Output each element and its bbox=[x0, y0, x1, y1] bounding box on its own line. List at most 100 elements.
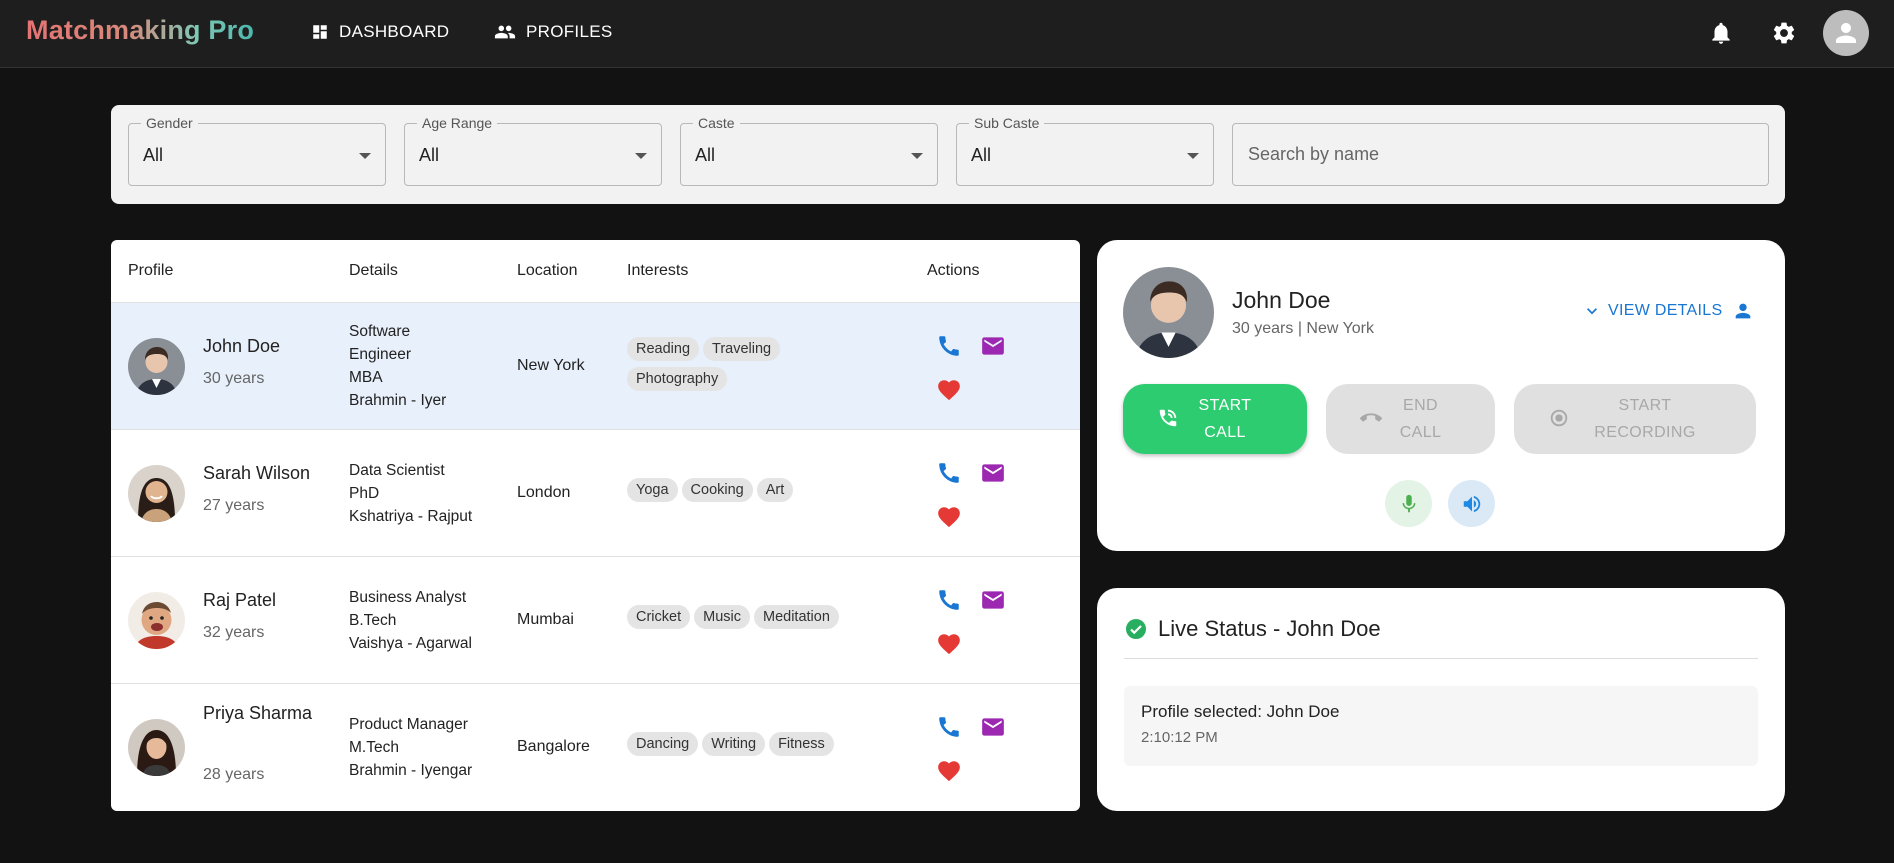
phone-icon[interactable] bbox=[936, 333, 962, 359]
interest-chip[interactable]: Writing bbox=[702, 732, 766, 756]
heart-icon[interactable] bbox=[936, 377, 962, 403]
interest-chip[interactable]: Cricket bbox=[627, 605, 691, 629]
account-avatar-button[interactable] bbox=[1823, 10, 1869, 56]
age-range-select-value: All bbox=[419, 145, 440, 165]
interest-chip[interactable]: Reading bbox=[627, 337, 700, 361]
live-status-title: Live Status - John Doe bbox=[1158, 616, 1381, 641]
gear-icon[interactable] bbox=[1771, 20, 1797, 46]
live-status-header: Live Status - John Doe bbox=[1124, 616, 1381, 642]
dashboard-icon bbox=[313, 25, 327, 39]
top-app-bar: Matchmaking Pro DASHBOARD PROFILES bbox=[0, 0, 1894, 68]
interest-chip[interactable]: Meditation bbox=[754, 605, 839, 629]
profile-name: Priya Sharma bbox=[203, 703, 313, 723]
details-line: B.Tech bbox=[349, 612, 397, 629]
heart-icon[interactable] bbox=[936, 631, 962, 657]
interest-chip[interactable]: Art bbox=[756, 478, 794, 502]
interest-chip[interactable]: Photography bbox=[627, 367, 728, 391]
sub-caste-select[interactable]: Sub Caste All bbox=[956, 115, 1214, 186]
bell-icon[interactable] bbox=[1708, 20, 1734, 46]
details-line: Kshatriya - Rajput bbox=[349, 508, 473, 525]
profile-location: Bangalore bbox=[517, 738, 590, 755]
selected-profile-name: John Doe bbox=[1232, 287, 1331, 313]
caste-select-value: All bbox=[695, 145, 716, 165]
profile-location: New York bbox=[517, 357, 585, 374]
sub-caste-select-value: All bbox=[971, 145, 992, 165]
people-icon bbox=[494, 25, 516, 39]
profile-name: Raj Patel bbox=[203, 590, 277, 610]
chevron-down-icon bbox=[635, 153, 647, 159]
search-input[interactable] bbox=[1233, 124, 1768, 185]
interest-chip[interactable]: Cooking bbox=[681, 478, 753, 502]
interests-list: Reading Traveling Photography bbox=[627, 337, 857, 397]
heart-icon[interactable] bbox=[936, 758, 962, 784]
heart-icon[interactable] bbox=[936, 504, 962, 530]
interest-chip[interactable]: Dancing bbox=[627, 732, 699, 756]
view-details-label: VIEW DETAILS bbox=[1608, 302, 1723, 319]
profile-photo bbox=[128, 465, 185, 522]
app-logo[interactable]: Matchmaking Pro bbox=[26, 15, 254, 46]
table-row[interactable]: Raj Patel 32 years Business Analyst B.Te… bbox=[111, 557, 1080, 684]
phone-icon[interactable] bbox=[936, 714, 962, 740]
details-line: Business Analyst bbox=[349, 589, 467, 606]
table-row[interactable]: Priya Sharma 28 years Product Manager M.… bbox=[111, 684, 1080, 811]
view-details-button[interactable]: VIEW DETAILS bbox=[1576, 300, 1760, 322]
speaker-toggle-button[interactable] bbox=[1448, 480, 1495, 527]
call-panel: John Doe 30 years | New York VIEW DETAIL… bbox=[1097, 240, 1785, 551]
phone-icon[interactable] bbox=[936, 460, 962, 486]
details-line: PhD bbox=[349, 485, 380, 502]
email-icon[interactable] bbox=[980, 333, 1006, 359]
call-end-icon bbox=[1360, 413, 1382, 422]
details-line: Engineer bbox=[349, 346, 412, 363]
end-call-button[interactable]: END CALL bbox=[1326, 384, 1495, 454]
age-range-select-label: Age Range bbox=[417, 115, 498, 131]
profile-location: London bbox=[517, 484, 571, 501]
details-line: MBA bbox=[349, 369, 383, 386]
caste-select[interactable]: Caste All bbox=[680, 115, 938, 186]
profiles-table: Profile Details Location Interests Actio… bbox=[111, 240, 1080, 811]
email-icon[interactable] bbox=[980, 587, 1006, 613]
column-header-location: Location bbox=[517, 262, 578, 279]
start-recording-button[interactable]: START RECORDING bbox=[1514, 384, 1756, 454]
interest-chip[interactable]: Yoga bbox=[627, 478, 678, 502]
person-icon bbox=[1736, 303, 1751, 319]
table-row[interactable]: John Doe 30 years Software Engineer MBA … bbox=[111, 303, 1080, 430]
sub-caste-select-label: Sub Caste bbox=[969, 115, 1045, 131]
gender-select-label: Gender bbox=[141, 115, 198, 131]
profile-photo bbox=[128, 338, 185, 395]
profile-age: 27 years bbox=[203, 497, 265, 514]
interests-list: Cricket Music Meditation bbox=[627, 605, 857, 635]
gender-select[interactable]: Gender All bbox=[128, 115, 386, 186]
email-icon[interactable] bbox=[980, 460, 1006, 486]
nav-dashboard-label: DASHBOARD bbox=[339, 22, 450, 41]
table-row[interactable]: Sarah Wilson 27 years Data Scientist PhD… bbox=[111, 430, 1080, 557]
divider bbox=[1124, 658, 1758, 659]
interest-chip[interactable]: Fitness bbox=[769, 732, 834, 756]
column-header-actions: Actions bbox=[927, 262, 980, 279]
email-icon[interactable] bbox=[980, 714, 1006, 740]
caste-select-label: Caste bbox=[693, 115, 740, 131]
profile-details: Business Analyst B.Tech Vaishya - Agarwa… bbox=[349, 586, 499, 655]
profile-name: John Doe bbox=[203, 336, 281, 356]
phone-in-talk-icon bbox=[1159, 409, 1177, 427]
end-call-label: END CALL bbox=[1380, 392, 1442, 446]
mic-toggle-button[interactable] bbox=[1385, 480, 1432, 527]
start-recording-label-line: RECORDING bbox=[1594, 424, 1696, 441]
column-header-profile: Profile bbox=[128, 262, 174, 279]
phone-icon[interactable] bbox=[936, 587, 962, 613]
start-call-button[interactable]: START CALL bbox=[1123, 384, 1307, 454]
profile-details: Software Engineer MBA Brahmin - Iyer bbox=[349, 320, 499, 412]
age-range-select[interactable]: Age Range All bbox=[404, 115, 662, 186]
start-call-label-line: CALL bbox=[1204, 424, 1246, 441]
status-message: Profile selected: John Doe bbox=[1141, 702, 1340, 721]
interest-chip[interactable]: Traveling bbox=[703, 337, 781, 361]
account-avatar-icon bbox=[1836, 23, 1856, 43]
check-circle-icon bbox=[1126, 619, 1146, 639]
interest-chip[interactable]: Music bbox=[694, 605, 750, 629]
chevron-down-icon bbox=[911, 153, 923, 159]
interests-list: Yoga Cooking Art bbox=[627, 478, 857, 508]
nav-dashboard-button[interactable]: DASHBOARD bbox=[311, 18, 449, 46]
profile-location: Mumbai bbox=[517, 611, 574, 628]
profile-age: 32 years bbox=[203, 624, 265, 641]
mic-icon bbox=[1402, 494, 1415, 512]
nav-profiles-button[interactable]: PROFILES bbox=[494, 18, 612, 46]
